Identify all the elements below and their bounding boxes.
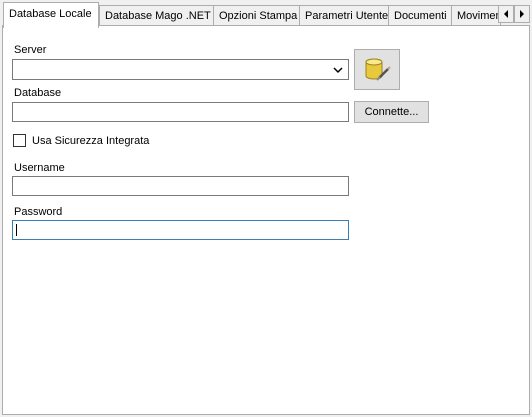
tab-parametri-utente[interactable]: Parametri Utente [299, 5, 389, 25]
database-input[interactable] [12, 102, 349, 122]
tab-opzioni-stampa[interactable]: Opzioni Stampa [213, 5, 300, 25]
server-combobox[interactable] [12, 59, 349, 80]
tab-strip: Database Locale Database Mago .NET Opzio… [0, 0, 532, 28]
chevron-left-icon [504, 10, 508, 18]
password-label: Password [14, 206, 63, 218]
username-input[interactable] [12, 176, 349, 196]
database-connect-button[interactable] [354, 49, 400, 90]
connect-button[interactable]: Connette... [354, 101, 429, 123]
tab-scroll-right-button[interactable] [514, 5, 530, 23]
integrated-security-label[interactable]: Usa Sicurezza Integrata [32, 135, 149, 148]
tab-panel-database-locale: Server Database Connette... Usa Sicurezz… [2, 25, 530, 415]
database-label: Database [14, 87, 62, 99]
text-caret [16, 224, 17, 236]
chevron-right-icon [520, 10, 524, 18]
integrated-security-checkbox[interactable] [13, 134, 26, 147]
tab-scroll-left-button[interactable] [498, 5, 514, 23]
server-label: Server [14, 44, 47, 56]
tab-database-locale[interactable]: Database Locale [3, 2, 99, 28]
username-label: Username [14, 162, 65, 174]
password-input[interactable] [12, 220, 349, 240]
tab-movimenti[interactable]: Movimenti [451, 5, 501, 25]
settings-window: Database Locale Database Mago .NET Opzio… [0, 0, 532, 417]
database-connect-icon [365, 58, 391, 81]
tab-documenti[interactable]: Documenti [388, 5, 452, 25]
tab-database-mago-net[interactable]: Database Mago .NET [99, 5, 214, 25]
chevron-down-icon [333, 67, 343, 74]
tab-scroll-buttons [498, 5, 532, 24]
